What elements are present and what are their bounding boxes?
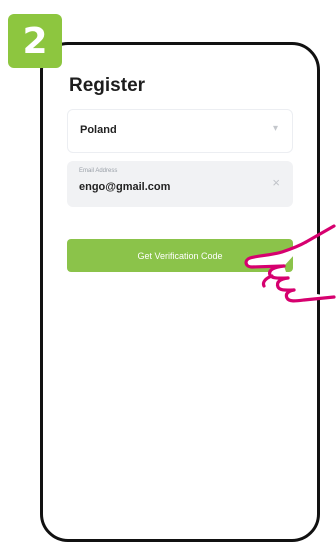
chevron-down-icon: ▾ [272, 123, 278, 134]
step-number-badge: 2 [8, 14, 62, 68]
country-select[interactable]: Poland ▾ [67, 109, 293, 153]
close-icon[interactable]: × [272, 175, 280, 190]
page-title: Register [69, 75, 146, 96]
email-field-label: Email Address [79, 168, 118, 174]
country-value: Poland [80, 124, 117, 136]
email-field-value[interactable]: engo@gmail.com [79, 181, 170, 193]
email-field[interactable]: Email Address engo@gmail.com × [67, 161, 293, 207]
pointing-hand-icon [244, 224, 336, 303]
